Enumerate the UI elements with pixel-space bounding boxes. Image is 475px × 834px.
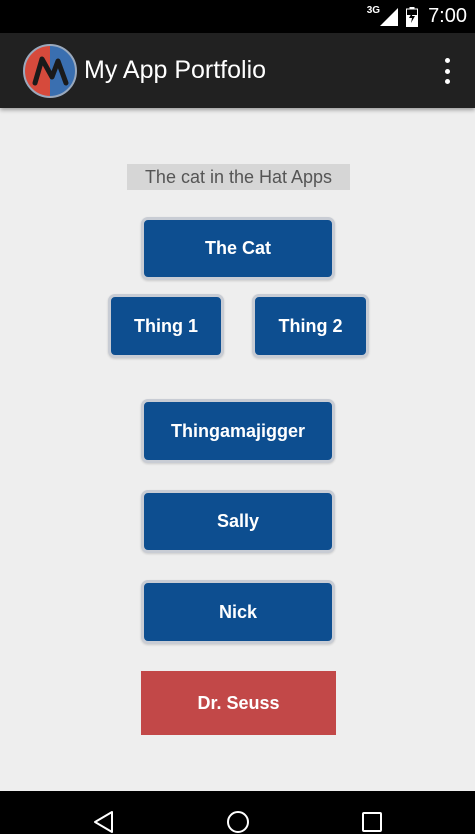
- back-icon[interactable]: [92, 810, 116, 834]
- the-cat-button[interactable]: The Cat: [141, 217, 335, 280]
- app-bar: My App Portfolio: [0, 33, 475, 108]
- section-header: The cat in the Hat Apps: [127, 164, 350, 190]
- thingamajigger-button[interactable]: Thingamajigger: [141, 399, 335, 463]
- app-title: My App Portfolio: [84, 56, 267, 84]
- overflow-menu-icon[interactable]: [435, 58, 459, 84]
- nick-button[interactable]: Nick: [141, 580, 335, 644]
- app-logo-icon: [23, 44, 77, 98]
- battery-icon: [406, 6, 419, 27]
- home-icon[interactable]: [226, 810, 250, 834]
- dr-seuss-button[interactable]: Dr. Seuss: [141, 671, 336, 735]
- navigation-bar: [0, 791, 475, 834]
- status-bar: 3G 7:00: [0, 0, 475, 33]
- sally-button[interactable]: Sally: [141, 490, 335, 553]
- recent-apps-icon[interactable]: [360, 810, 384, 834]
- thing-1-button[interactable]: Thing 1: [108, 294, 224, 358]
- signal-icon: [380, 7, 399, 26]
- clock: 7:00: [428, 5, 467, 27]
- status-icons: 3G 7:00: [359, 0, 467, 33]
- network-type-label: 3G: [366, 5, 381, 16]
- thing-2-button[interactable]: Thing 2: [252, 294, 369, 358]
